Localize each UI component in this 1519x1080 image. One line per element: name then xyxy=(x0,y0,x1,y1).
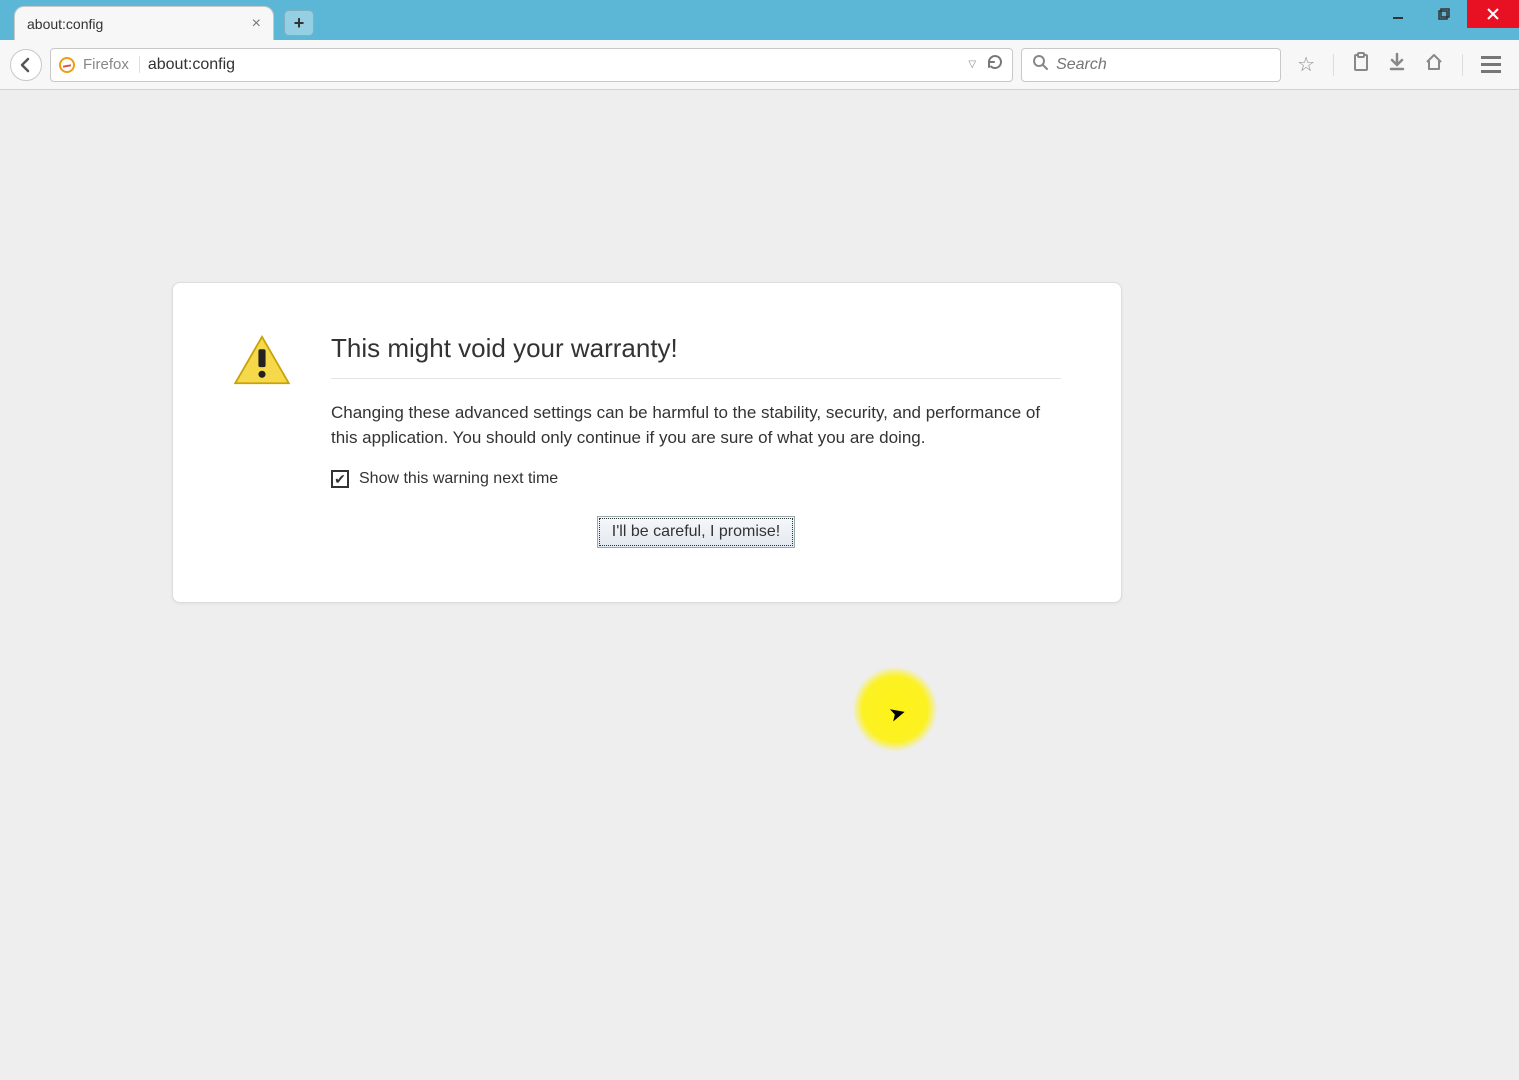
home-icon[interactable] xyxy=(1424,52,1444,78)
window-controls xyxy=(1375,0,1519,28)
minimize-button[interactable] xyxy=(1375,0,1421,28)
tab-title: about:config xyxy=(27,16,103,32)
new-tab-button[interactable]: + xyxy=(284,10,314,36)
url-dropdown-icon[interactable]: ▽ xyxy=(968,59,976,70)
bookmark-star-icon[interactable]: ☆ xyxy=(1297,52,1315,77)
back-button[interactable] xyxy=(10,49,42,81)
close-window-button[interactable] xyxy=(1467,0,1519,28)
titlebar: about:config × + xyxy=(0,0,1519,40)
toolbar-icons: ☆ xyxy=(1289,52,1509,78)
warning-triangle-icon xyxy=(233,335,291,385)
accept-warning-button[interactable]: I'll be careful, I promise! xyxy=(597,516,795,548)
maximize-button[interactable] xyxy=(1421,0,1467,28)
url-input[interactable] xyxy=(148,56,961,74)
cursor-highlight xyxy=(853,667,937,751)
clipboard-icon[interactable] xyxy=(1352,52,1370,78)
navigation-toolbar: Firefox ▽ ☆ xyxy=(0,40,1519,90)
downloads-icon[interactable] xyxy=(1388,52,1406,78)
show-warning-checkbox[interactable]: ✔ xyxy=(331,470,349,488)
search-icon xyxy=(1032,54,1048,75)
brand-label: Firefox xyxy=(83,56,140,73)
reload-icon[interactable] xyxy=(986,53,1004,76)
menu-icon[interactable] xyxy=(1481,56,1501,73)
url-bar[interactable]: Firefox ▽ xyxy=(50,48,1013,82)
firefox-identity-icon xyxy=(59,57,75,73)
separator xyxy=(1462,54,1463,76)
cursor-pointer-icon: ➤ xyxy=(886,699,909,727)
close-tab-icon[interactable]: × xyxy=(252,15,261,33)
show-warning-label: Show this warning next time xyxy=(359,470,558,488)
warning-card: This might void your warranty! Changing … xyxy=(172,282,1122,603)
content-area: This might void your warranty! Changing … xyxy=(0,90,1519,1080)
search-bar[interactable] xyxy=(1021,48,1281,82)
warning-body: Changing these advanced settings can be … xyxy=(331,401,1061,450)
separator xyxy=(1333,54,1334,76)
browser-tab[interactable]: about:config × xyxy=(14,6,274,40)
warning-title: This might void your warranty! xyxy=(331,333,1061,379)
search-input[interactable] xyxy=(1056,56,1270,74)
